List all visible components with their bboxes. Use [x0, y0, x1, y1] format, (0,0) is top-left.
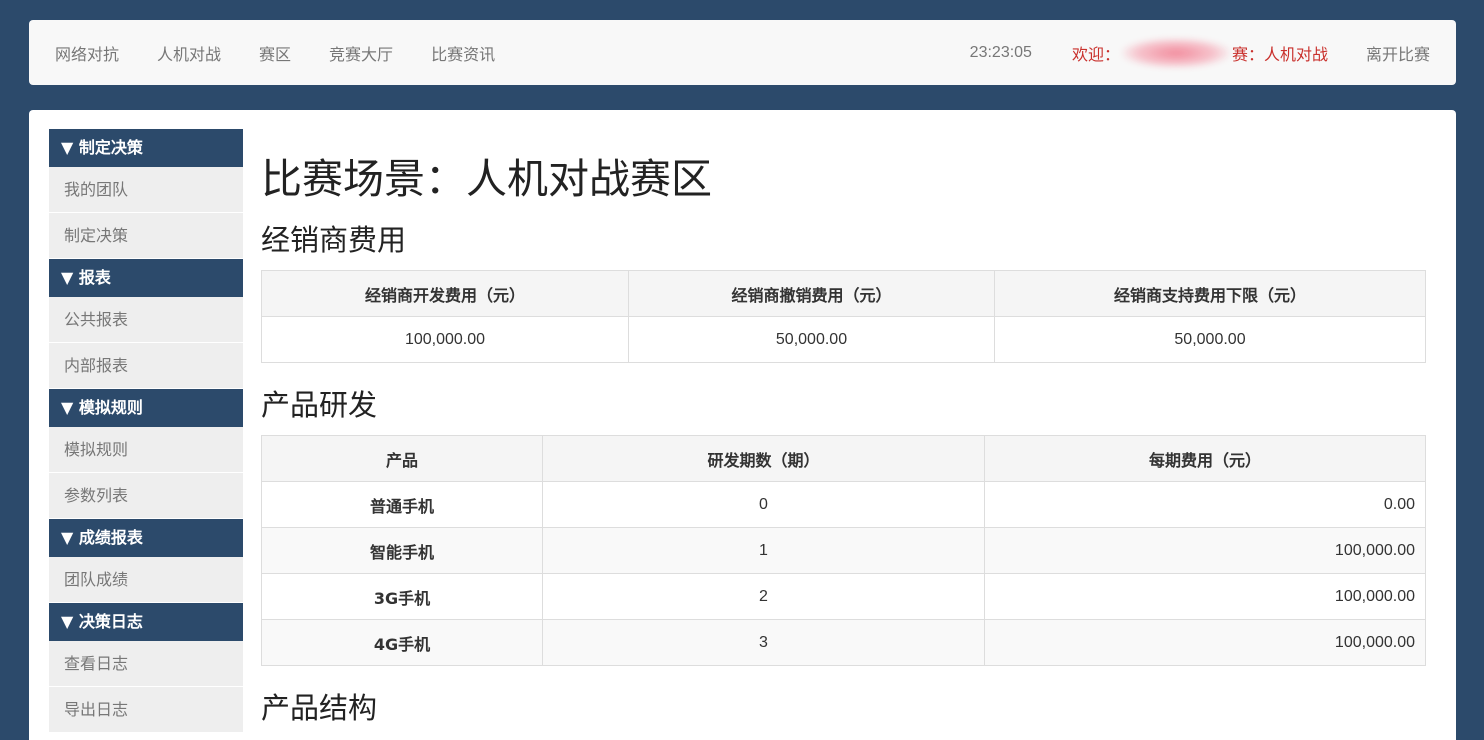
sidebar-group-decision[interactable]: ▼ 制定决策 [49, 129, 243, 167]
rd-table: 产品 研发期数（期） 每期费用（元） 普通手机 0 0.00 智能手机 1 10… [261, 435, 1426, 666]
table-row: 4G手机 3 100,000.00 [261, 619, 1426, 666]
nav-link-news[interactable]: 比赛资讯 [431, 41, 495, 65]
sidebar-item-export-logs[interactable]: 导出日志 [49, 687, 243, 733]
main-nav: 网络对抗 人机对战 赛区 竞赛大厅 比赛资讯 [29, 41, 533, 65]
periods-cell: 1 [542, 527, 985, 574]
sidebar-item-internal-reports[interactable]: 内部报表 [49, 343, 243, 389]
dealer-fee-table: 经销商开发费用（元） 经销商撤销费用（元） 经销商支持费用下限（元） 100,0… [261, 270, 1426, 363]
sidebar-item-parameter-list[interactable]: 参数列表 [49, 473, 243, 519]
page-title: 比赛场景：人机对战赛区 [261, 155, 712, 203]
periods-cell: 0 [542, 481, 985, 528]
nav-link-lobby[interactable]: 竞赛大厅 [329, 41, 393, 65]
nav-link-network[interactable]: 网络对抗 [55, 41, 119, 65]
welcome-prefix: 欢迎： [1071, 44, 1120, 64]
product-cell: 3G手机 [261, 573, 543, 620]
sidebar-group-rules[interactable]: ▼ 模拟规则 [49, 389, 243, 427]
cost-cell: 100,000.00 [984, 527, 1426, 574]
table-cell: 100,000.00 [261, 316, 629, 363]
periods-cell: 2 [542, 573, 985, 620]
product-cell: 智能手机 [261, 527, 543, 574]
table-row: 100,000.00 50,000.00 50,000.00 [261, 316, 1426, 363]
sidebar-item-view-logs[interactable]: 查看日志 [49, 641, 243, 687]
nav-right: 23:23:05 欢迎： 赛：人机对战 离开比赛 [969, 37, 1456, 68]
column-header: 研发期数（期） [542, 435, 985, 482]
clock: 23:23:05 [969, 43, 1032, 61]
sidebar-item-team-scores[interactable]: 团队成绩 [49, 557, 243, 603]
table-cell: 50,000.00 [994, 316, 1426, 363]
cost-cell: 0.00 [984, 481, 1426, 528]
sidebar-item-public-reports[interactable]: 公共报表 [49, 297, 243, 343]
welcome-text: 欢迎： 赛：人机对战 [1071, 37, 1328, 68]
nav-link-division[interactable]: 赛区 [259, 41, 291, 65]
leave-match-link[interactable]: 离开比赛 [1366, 41, 1430, 65]
cost-cell: 100,000.00 [984, 619, 1426, 666]
column-header: 每期费用（元） [984, 435, 1426, 482]
product-cell: 普通手机 [261, 481, 543, 528]
dealer-section-title: 经销商费用 [261, 223, 407, 257]
top-navbar: 网络对抗 人机对战 赛区 竞赛大厅 比赛资讯 23:23:05 欢迎： 赛：人机… [29, 20, 1456, 85]
nav-link-ai-battle[interactable]: 人机对战 [157, 41, 221, 65]
redacted-username [1121, 37, 1230, 68]
welcome-suffix: 赛：人机对战 [1231, 44, 1328, 64]
column-header: 经销商开发费用（元） [261, 270, 629, 317]
table-row: 3G手机 2 100,000.00 [261, 573, 1426, 620]
structure-section-title: 产品结构 [261, 691, 378, 725]
sidebar-group-scores[interactable]: ▼ 成绩报表 [49, 519, 243, 557]
rd-section-title: 产品研发 [261, 388, 378, 422]
column-header: 经销商支持费用下限（元） [994, 270, 1426, 317]
cost-cell: 100,000.00 [984, 573, 1426, 620]
column-header: 产品 [261, 435, 543, 482]
main-content: 比赛场景：人机对战赛区 经销商费用 经销商开发费用（元） 经销商撤销费用（元） … [261, 110, 1426, 728]
table-row: 智能手机 1 100,000.00 [261, 527, 1426, 574]
sidebar-item-my-team[interactable]: 我的团队 [49, 167, 243, 213]
sidebar: ▼ 制定决策 我的团队 制定决策 ▼ 报表 公共报表 内部报表 ▼ 模拟规则 模… [49, 129, 243, 733]
table-header-row: 产品 研发期数（期） 每期费用（元） [261, 435, 1426, 482]
table-cell: 50,000.00 [628, 316, 995, 363]
column-header: 经销商撤销费用（元） [628, 270, 995, 317]
table-header-row: 经销商开发费用（元） 经销商撤销费用（元） 经销商支持费用下限（元） [261, 270, 1426, 317]
sidebar-group-reports[interactable]: ▼ 报表 [49, 259, 243, 297]
periods-cell: 3 [542, 619, 985, 666]
table-row: 普通手机 0 0.00 [261, 481, 1426, 528]
sidebar-item-simulation-rules[interactable]: 模拟规则 [49, 427, 243, 473]
sidebar-group-logs[interactable]: ▼ 决策日志 [49, 603, 243, 641]
main-panel: ▼ 制定决策 我的团队 制定决策 ▼ 报表 公共报表 内部报表 ▼ 模拟规则 模… [29, 110, 1456, 740]
product-cell: 4G手机 [261, 619, 543, 666]
sidebar-item-make-decision[interactable]: 制定决策 [49, 213, 243, 259]
